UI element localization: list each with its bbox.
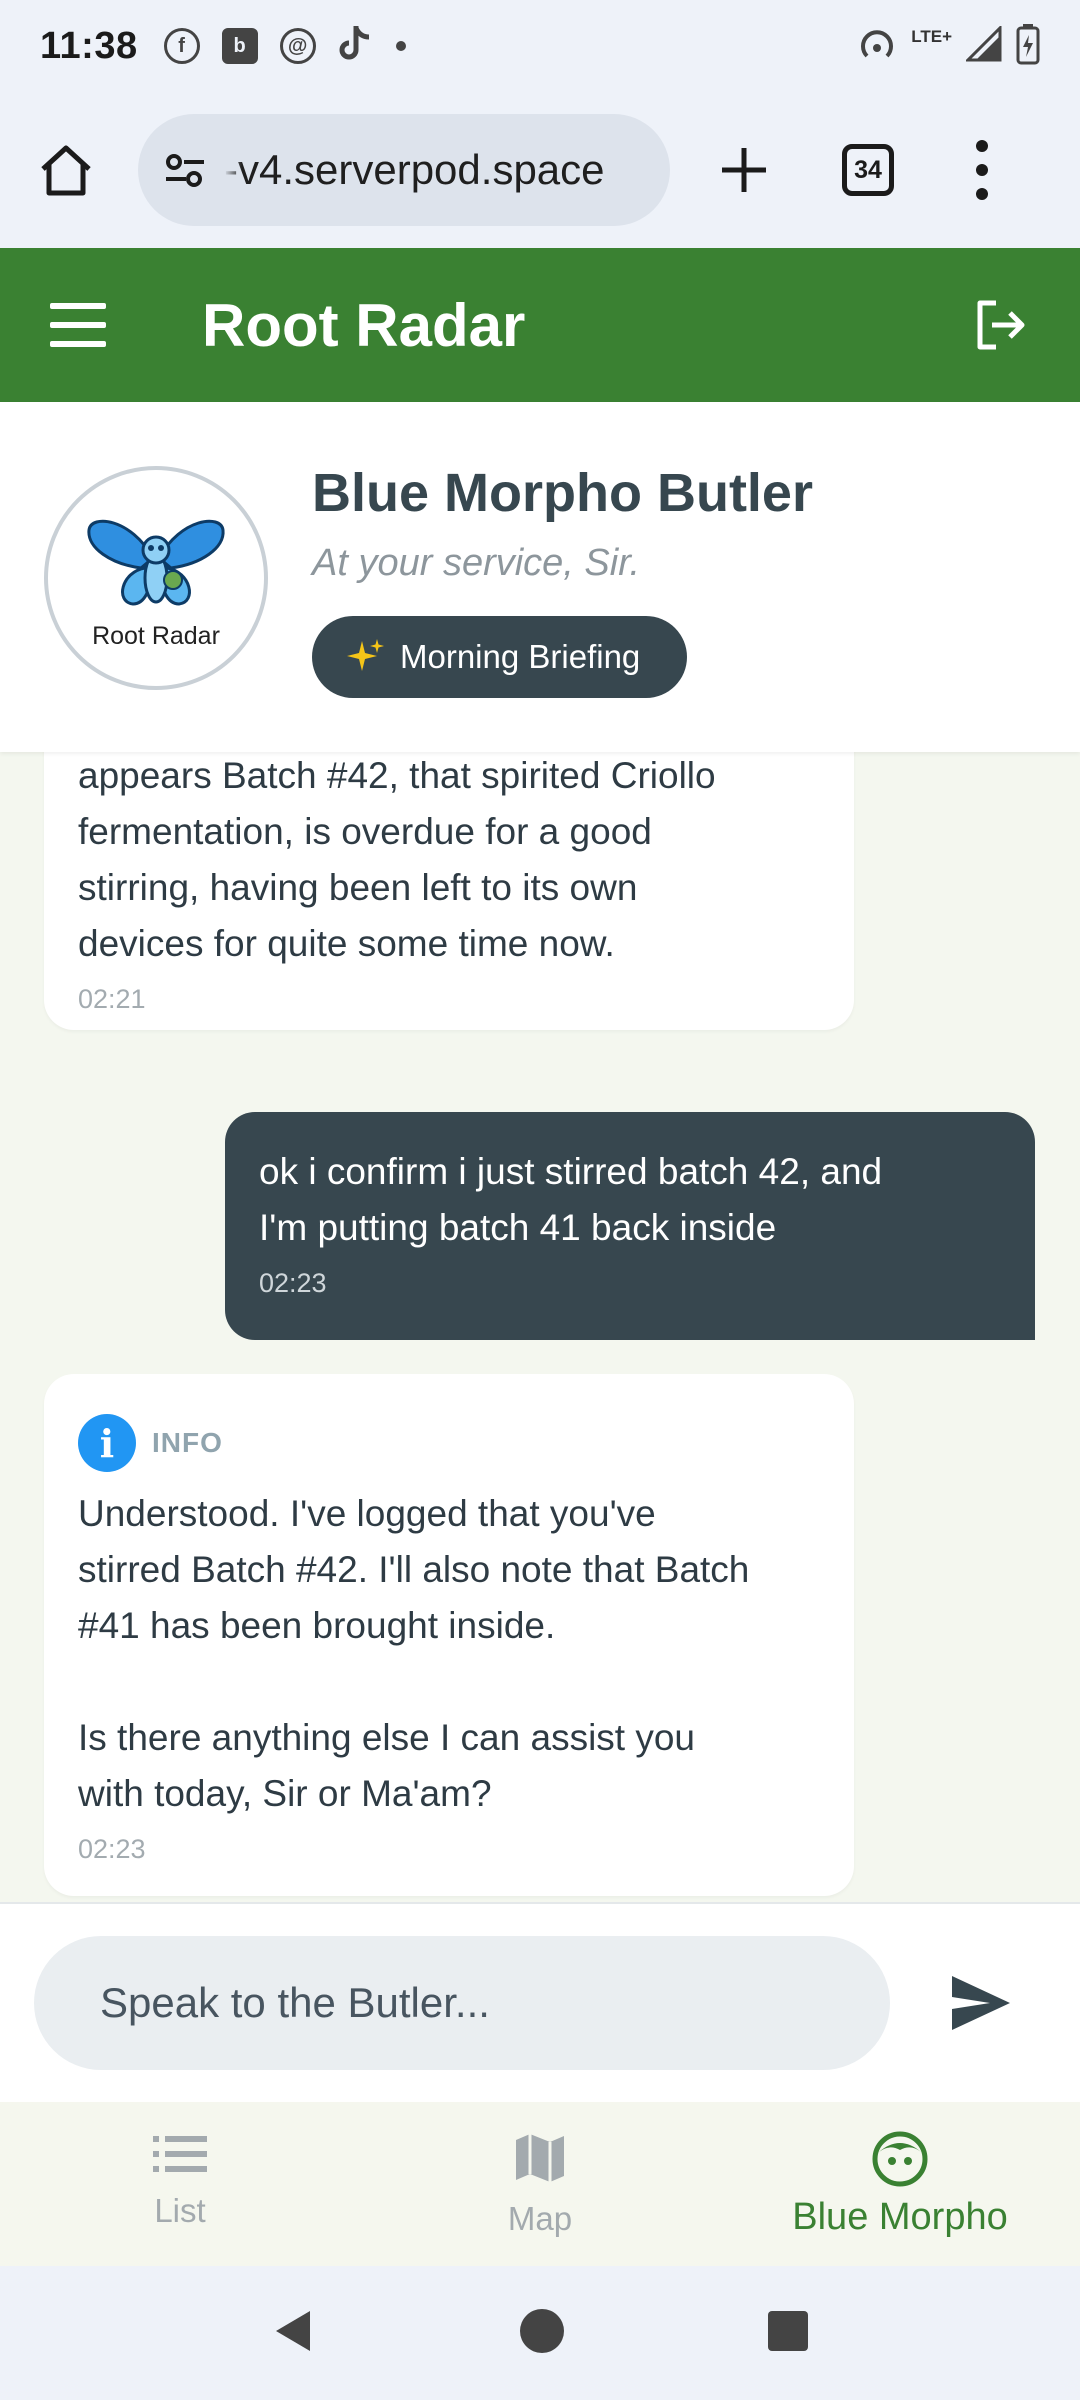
system-navigation-bar [0,2266,1080,2400]
butler-header: Root Radar Blue Morpho Butler At your se… [0,402,1080,752]
home-icon[interactable] [30,134,102,206]
list-icon [153,2136,207,2172]
address-bar[interactable]: -v4.serverpod.space [138,114,670,226]
signal-icon [964,23,1002,67]
hotspot-icon [857,24,897,69]
tab-switcher-button[interactable]: 34 [842,144,894,196]
butler-avatar: Root Radar [44,466,268,690]
butler-name: Blue Morpho Butler [312,463,813,523]
network-type: LTE+ [911,27,952,46]
nav-item-list[interactable]: List [0,2102,360,2266]
site-settings-icon[interactable] [160,145,210,195]
notification-icons: f b @ [163,24,406,69]
nav-item-map[interactable]: Map [360,2102,720,2266]
app-title: Root Radar [202,291,526,359]
recents-icon[interactable] [766,2309,810,2358]
facebook-icon: f [163,28,200,64]
message-text: ok i confirm i just stirred batch 42, an… [259,1151,883,1248]
info-header: i INFO [78,1414,820,1472]
sparkle-icon [347,639,384,671]
hamburger-menu-icon[interactable] [50,303,106,347]
info-icon: i [78,1414,136,1472]
avatar-label: Root Radar [92,622,220,650]
threads-icon: @ [279,28,316,64]
bottom-navigation: List Map Blue Morpho [0,2102,1080,2266]
morning-briefing-label: Morning Briefing [400,638,641,675]
message-timestamp: 02:23 [259,1268,327,1298]
nav-label: Map [507,2200,573,2237]
status-bar: 11:38 f b @ LTE+ [0,0,1080,92]
message-timestamp: 02:21 [78,984,146,1014]
b-app-icon: b [221,28,258,64]
nav-item-blue-morpho[interactable]: Blue Morpho [720,2102,1080,2266]
status-time: 11:38 [40,24,138,67]
morning-briefing-button[interactable]: Morning Briefing [312,616,687,698]
nav-label: List [154,2192,206,2229]
message-input[interactable] [34,1936,890,2070]
browser-toolbar: -v4.serverpod.space 34 [0,92,1080,248]
logout-icon[interactable] [970,295,1030,355]
map-icon [516,2134,564,2182]
home-button-icon[interactable] [518,2307,566,2360]
butterfly-logo-icon [87,519,225,606]
url-text: -v4.serverpod.space [224,146,605,193]
bot-info-message: i INFO Understood. I've logged that you'… [44,1374,854,1896]
bot-message: impending deluge. Furthermore, it appear… [44,752,854,1030]
back-icon[interactable] [270,2307,318,2360]
butler-face-icon [872,2131,928,2187]
message-timestamp: 02:23 [78,1834,146,1864]
battery-icon [1016,23,1040,70]
tiktok-icon [338,24,374,69]
message-composer [0,1902,1080,2102]
message-text: impending deluge. Furthermore, it appear… [78,755,716,964]
send-icon[interactable] [946,1968,1016,2038]
app-bar: Root Radar [0,248,1080,402]
browser-menu-icon[interactable] [972,140,992,200]
more-notifications-dot [395,41,406,51]
nav-label: Blue Morpho [792,2196,1008,2238]
message-text: Understood. I've logged that you've stir… [78,1493,750,1814]
chat-thread[interactable]: impending deluge. Furthermore, it appear… [0,752,1080,1902]
user-message: ok i confirm i just stirred batch 42, an… [225,1112,1035,1340]
butler-subtitle: At your service, Sir. [312,542,641,584]
new-tab-icon[interactable] [714,140,774,200]
info-label: INFO [152,1427,223,1458]
